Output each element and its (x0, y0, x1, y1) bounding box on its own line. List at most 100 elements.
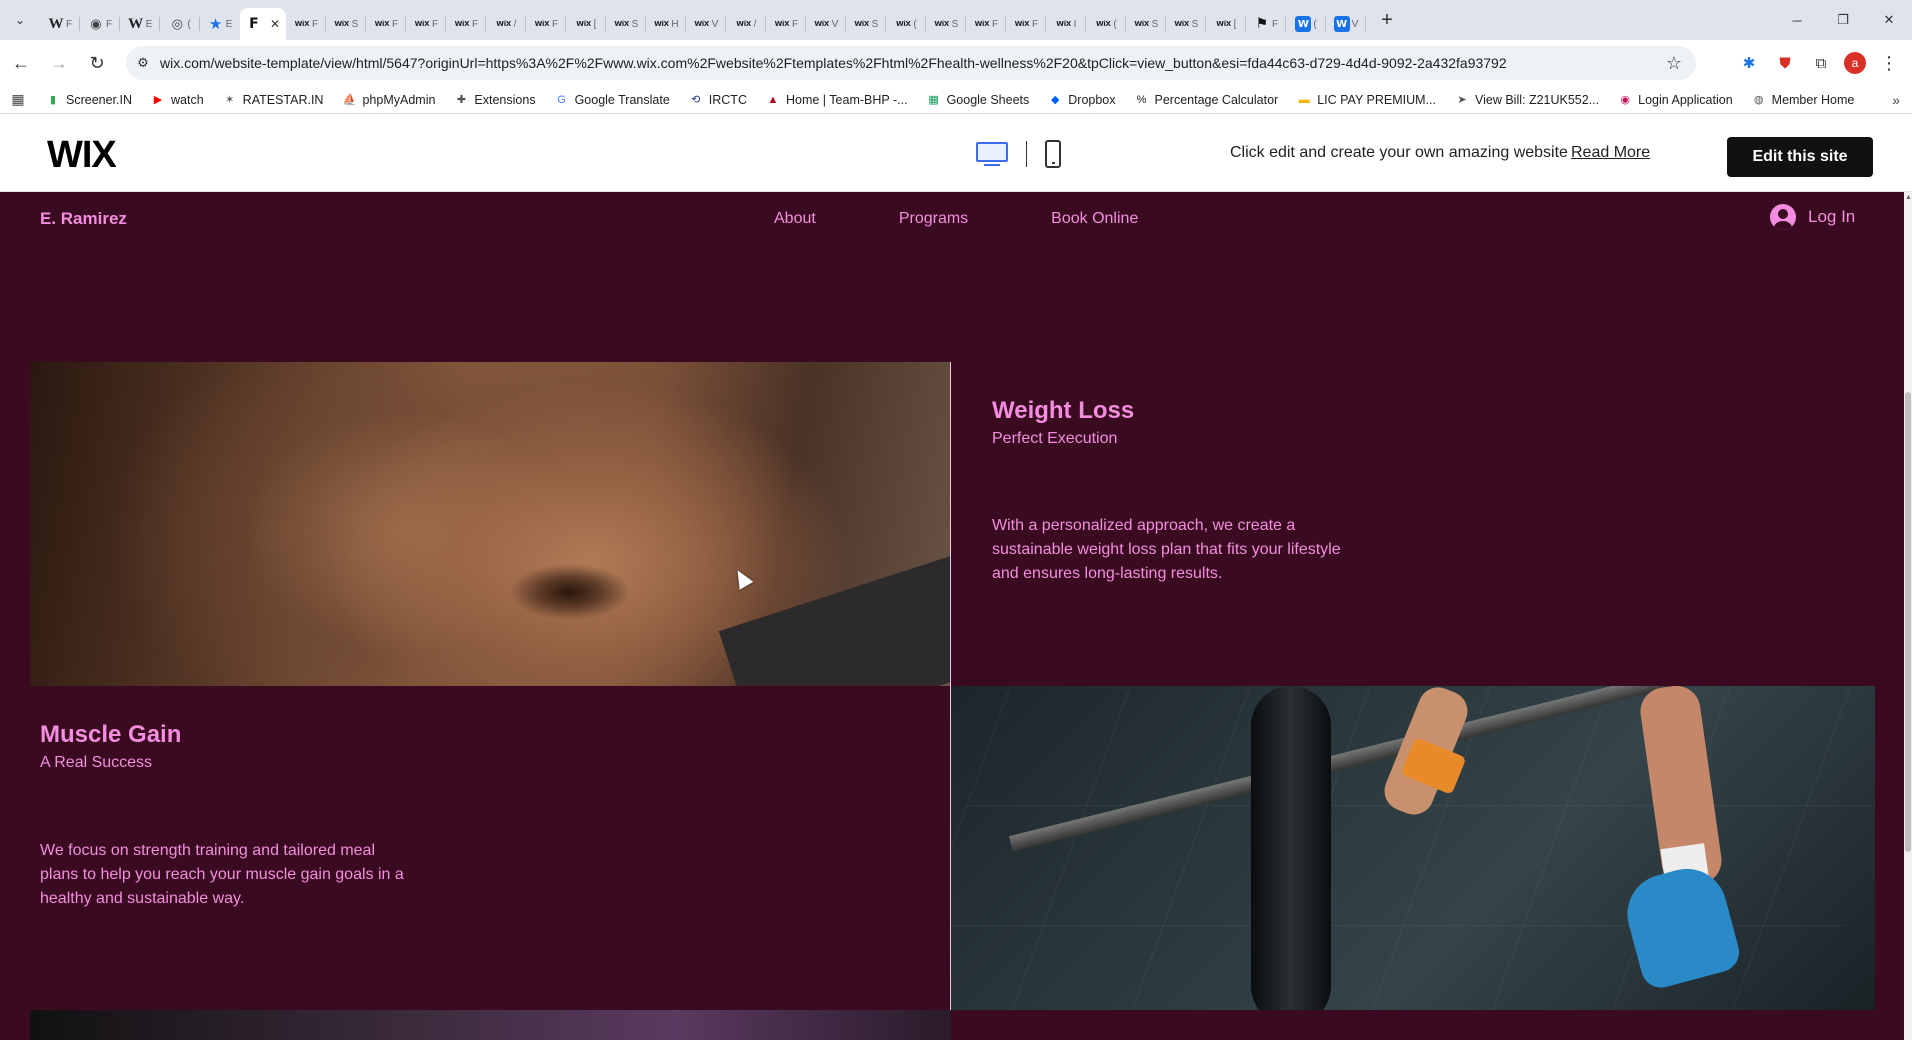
browser-tab[interactable]: ◉ F (80, 8, 120, 40)
bookmark-item[interactable]: ▲ Home | Team-BHP -... (756, 92, 917, 108)
browser-tab[interactable]: WiX S (846, 8, 886, 40)
wix-logo[interactable]: WIX (47, 136, 117, 174)
tab-close-icon[interactable]: ✕ (270, 17, 280, 31)
forward-arrow-icon[interactable]: → (42, 46, 76, 80)
mobile-view-icon[interactable] (1045, 140, 1061, 168)
browser-tab[interactable]: WiX F (406, 8, 446, 40)
browser-menu-icon[interactable]: ⋮ (1876, 50, 1902, 76)
bookmark-item[interactable]: % Percentage Calculator (1125, 92, 1288, 108)
wix-preview-bar: WIX Click edit and create your own amazi… (0, 114, 1912, 192)
bookmark-item[interactable]: ▦ Google Sheets (917, 92, 1039, 108)
browser-tab[interactable]: WiX F (286, 8, 326, 40)
browser-tab[interactable]: WiX / (486, 8, 526, 40)
tab-favicon-icon: WiX (334, 20, 349, 28)
desktop-view-icon[interactable] (976, 142, 1008, 166)
browser-tab[interactable]: WV (1326, 8, 1366, 40)
apps-grid-icon[interactable]: ▦ (0, 91, 36, 108)
more-bookmarks-icon[interactable]: » (1892, 92, 1900, 108)
bookmark-star-icon[interactable]: ☆ (1666, 53, 1682, 74)
user-avatar-icon[interactable] (1770, 204, 1796, 230)
browser-tab[interactable]: WiX S (1126, 8, 1166, 40)
tab-favicon-icon: ◎ (171, 16, 183, 32)
back-arrow-icon[interactable]: ← (4, 46, 38, 80)
login-label[interactable]: Log In (1808, 207, 1855, 227)
browser-tab[interactable]: WE (120, 8, 160, 40)
device-divider (1026, 141, 1027, 167)
browser-tab[interactable]: WiX[ (1206, 8, 1246, 40)
browser-tab[interactable]: ★ E (200, 8, 240, 40)
tab-favicon-icon: WiX (534, 20, 550, 28)
nav-book-online[interactable]: Book Online (1051, 210, 1138, 228)
browser-tab[interactable]: WiX S (1166, 8, 1206, 40)
bookmark-item[interactable]: ➤ View Bill: Z21UK552... (1445, 92, 1608, 108)
browser-tab[interactable]: WiX S (606, 8, 646, 40)
browser-tab[interactable]: WiX S (326, 8, 366, 40)
tab-title: V (711, 18, 719, 30)
browser-tab[interactable]: WiX F (766, 8, 806, 40)
login-button[interactable]: Log In (1770, 204, 1855, 230)
bookmark-item[interactable]: ✚ Extensions (444, 92, 544, 108)
site-brand[interactable]: E. Ramirez (40, 209, 127, 229)
restore-icon[interactable]: ❐ (1820, 0, 1866, 40)
browser-tab-active[interactable]: F ✕ (240, 8, 286, 40)
browser-tab[interactable]: WiX F (446, 8, 486, 40)
browser-tab[interactable]: WiX( (886, 8, 926, 40)
close-window-icon[interactable]: ✕ (1866, 0, 1912, 40)
page-scrollbar[interactable]: ▲ (1904, 192, 1912, 1040)
extensions-puzzle-icon[interactable]: ⧉ (1808, 50, 1834, 76)
nav-programs[interactable]: Programs (899, 210, 968, 228)
bookmark-item[interactable]: ◆ Dropbox (1038, 92, 1124, 108)
scrollbar-thumb[interactable] (1905, 392, 1911, 852)
bookmark-item[interactable]: ✶ RATESTAR.IN (213, 92, 333, 108)
browser-tab[interactable]: W( (1286, 8, 1326, 40)
bookmark-item[interactable]: ▶ watch (141, 92, 213, 108)
nav-about[interactable]: About (774, 210, 816, 228)
browser-tab[interactable]: ◎( (160, 8, 200, 40)
bookmark-item[interactable]: ◉ Login Application (1608, 92, 1742, 108)
browser-tab[interactable]: WiX I (1046, 8, 1086, 40)
scroll-up-icon[interactable]: ▲ (1905, 194, 1912, 201)
browser-tab[interactable]: WiX F (1006, 8, 1046, 40)
tab-search-chevron-icon[interactable]: ⌄ (0, 0, 40, 40)
bookmark-favicon-icon: ◉ (1620, 94, 1630, 106)
reload-icon[interactable]: ↻ (80, 46, 114, 80)
browser-tab[interactable]: WiX S (926, 8, 966, 40)
read-more-link[interactable]: Read More (1571, 144, 1650, 162)
bookmark-favicon-icon: ◆ (1051, 94, 1060, 106)
browser-tab[interactable]: WiX[ (566, 8, 606, 40)
browser-tab[interactable]: WiX F (966, 8, 1006, 40)
bookmark-item[interactable]: ▮ Screener.IN (36, 92, 141, 108)
extension-shield-icon[interactable]: ⛊ (1772, 50, 1798, 76)
browser-tab[interactable]: WiX / (726, 8, 766, 40)
bookmark-item[interactable]: ⛵ phpMyAdmin (332, 92, 444, 108)
bookmark-label: LIC PAY PREMIUM... (1317, 92, 1436, 107)
tab-favicon-icon: WiX (736, 20, 751, 28)
address-bar[interactable]: ⚙ wix.com/website-template/view/html/564… (126, 46, 1696, 80)
profile-avatar[interactable]: a (1844, 52, 1866, 74)
edit-site-button[interactable]: Edit this site (1727, 137, 1873, 177)
muscle-gain-title: Muscle Gain (40, 721, 182, 748)
bookmark-item[interactable]: ◍ Member Home (1742, 92, 1864, 108)
browser-tab[interactable]: WiX F (366, 8, 406, 40)
bookmark-item[interactable]: G Google Translate (545, 92, 679, 108)
tab-favicon-icon: WiX (896, 20, 911, 28)
site-info-icon[interactable]: ⚙ (126, 55, 160, 71)
weight-loss-desc-line: and ensures long-lasting results. (992, 565, 1223, 582)
tab-title: F (1031, 18, 1039, 30)
browser-tab[interactable]: WiX( (1086, 8, 1126, 40)
browser-tab[interactable]: WiX F (526, 8, 566, 40)
bookmark-item[interactable]: ⟲ IRCTC (679, 92, 756, 108)
browser-tab[interactable]: WiX V (686, 8, 726, 40)
browser-tab[interactable]: WiX H (646, 8, 686, 40)
url-text[interactable]: wix.com/website-template/view/html/5647?… (160, 55, 1507, 71)
minimize-icon[interactable]: ─ (1774, 0, 1820, 40)
tab-favicon-icon: W (128, 15, 144, 32)
tab-title: F (991, 18, 999, 30)
new-tab-plus-icon[interactable]: + (1372, 5, 1402, 35)
bookmark-item[interactable]: ▬ LIC PAY PREMIUM... (1287, 92, 1445, 108)
muscle-gain-desc-line: plans to help you reach your muscle gain… (40, 866, 404, 883)
browser-tab[interactable]: ⚑ F (1246, 8, 1286, 40)
extension-icon-blue[interactable]: ✱ (1736, 50, 1762, 76)
browser-tab[interactable]: WiX V (806, 8, 846, 40)
browser-tab[interactable]: WF (40, 8, 80, 40)
